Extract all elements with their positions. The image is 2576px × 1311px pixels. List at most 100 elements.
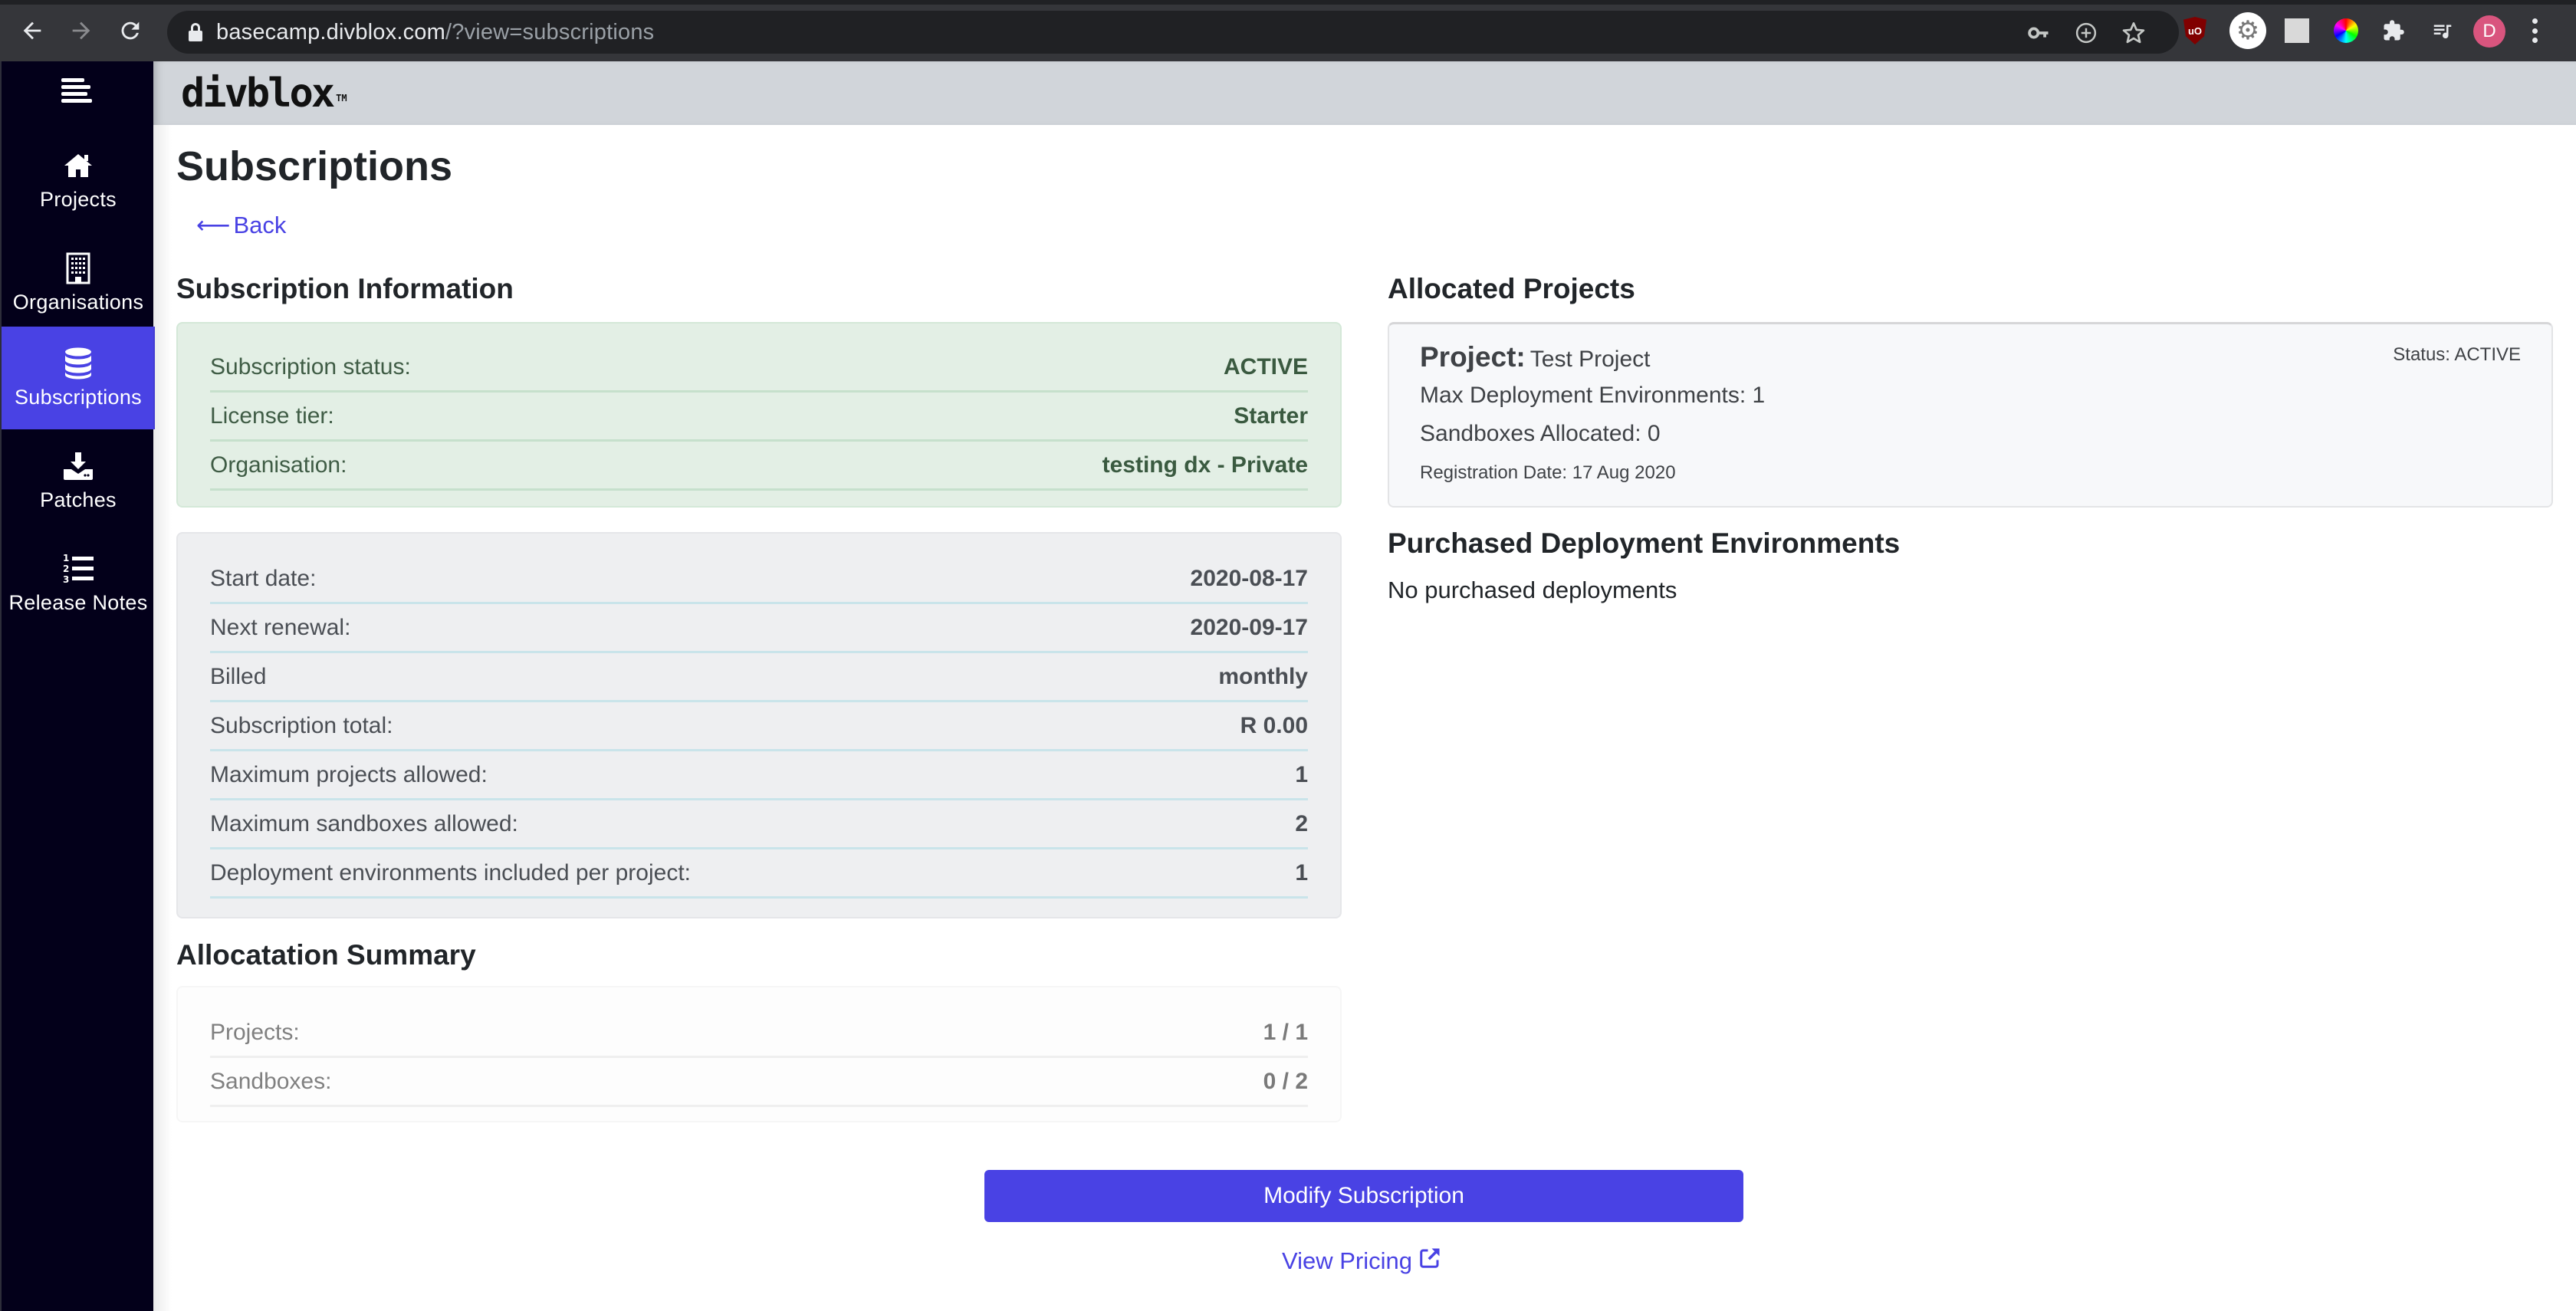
row-value: 1 / 1 xyxy=(1263,1019,1308,1045)
page-title: Subscriptions xyxy=(176,143,453,189)
home-icon xyxy=(63,150,94,182)
modify-subscription-button[interactable]: Modify Subscription xyxy=(984,1170,1743,1222)
allocated-projects-title: Allocated Projects xyxy=(1388,273,1635,304)
allocation-summary-panel: Projects: 1 / 1 Sandboxes: 0 / 2 xyxy=(176,986,1342,1122)
next-renewal-row: Next renewal: 2020-09-17 xyxy=(210,604,1308,653)
sidebar-item-label: Projects xyxy=(40,187,117,211)
row-label: Organisation: xyxy=(210,452,347,478)
extensions-puzzle-icon[interactable] xyxy=(2378,15,2409,46)
divblox-logo[interactable]: divblox TM xyxy=(181,71,347,117)
sandboxes-allocation-row: Sandboxes: 0 / 2 xyxy=(210,1058,1308,1107)
url-text[interactable]: basecamp.divblox.com/?view=subscriptions xyxy=(216,20,654,44)
gear-extension-icon[interactable]: ⚙ xyxy=(2229,12,2266,49)
project-card[interactable]: Project: Test Project Status: ACTIVE Max … xyxy=(1388,322,2553,508)
subscription-total-row: Subscription total: R 0.00 xyxy=(210,702,1308,751)
ordered-list-icon: 123 xyxy=(63,553,94,585)
project-sandboxes-allocated: Sandboxes Allocated: 0 xyxy=(1420,421,1661,446)
row-value: Starter xyxy=(1234,402,1308,429)
row-label: Subscription status: xyxy=(210,353,411,380)
external-link-icon xyxy=(1418,1247,1441,1276)
license-tier-row: License tier: Starter xyxy=(210,393,1308,442)
database-icon xyxy=(64,347,92,380)
sidebar-item-organisations[interactable]: Organisations xyxy=(2,232,155,334)
project-max-deployment-envs: Max Deployment Environments: 1 xyxy=(1420,383,1766,408)
sidebar: Projects Organisations Subscriptions Pat… xyxy=(0,61,155,1311)
logo-text: divblox xyxy=(181,71,335,117)
sidebar-item-release-notes[interactable]: 123 Release Notes xyxy=(2,532,155,635)
menu-dots-icon[interactable] xyxy=(2527,14,2542,48)
project-name-value: Test Project xyxy=(1530,347,1651,372)
profile-avatar[interactable]: D xyxy=(2473,15,2505,48)
url-path: /?view=subscriptions xyxy=(445,20,655,44)
row-label: Maximum projects allowed: xyxy=(210,761,488,787)
address-bar[interactable]: basecamp.divblox.com/?view=subscriptions xyxy=(167,11,2179,54)
sidebar-toggle-icon[interactable] xyxy=(61,78,94,104)
row-value: 2020-09-17 xyxy=(1190,614,1308,640)
subscription-info-title: Subscription Information xyxy=(176,273,514,304)
back-arrow-icon: ⟵ xyxy=(196,212,231,238)
view-pricing-link[interactable]: View Pricing xyxy=(1282,1247,1441,1276)
download-icon xyxy=(64,450,93,482)
reload-icon[interactable] xyxy=(112,12,149,49)
zoom-plus-icon[interactable] xyxy=(2073,20,2099,46)
row-label: Maximum sandboxes allowed: xyxy=(210,810,518,836)
back-link[interactable]: ⟵ Back xyxy=(196,212,286,239)
lock-icon[interactable] xyxy=(189,23,202,41)
sidebar-item-subscriptions[interactable]: Subscriptions xyxy=(2,327,155,429)
back-icon[interactable] xyxy=(14,12,51,49)
color-picker-extension-icon[interactable] xyxy=(2334,18,2358,43)
status-row: Subscription status: ACTIVE xyxy=(210,343,1308,393)
building-icon xyxy=(66,252,90,284)
project-name-label: Project: xyxy=(1420,341,1526,373)
row-value: 2 xyxy=(1295,810,1308,836)
purchased-deployments-title: Purchased Deployment Environments xyxy=(1388,527,1901,559)
svg-text:2: 2 xyxy=(63,564,69,574)
organisation-row: Organisation: testing dx - Private xyxy=(210,442,1308,491)
project-name: Project: Test Project xyxy=(1420,341,1651,373)
allocation-summary-title: Allocatation Summary xyxy=(176,939,476,971)
browser-toolbar: basecamp.divblox.com/?view=subscriptions… xyxy=(0,0,2576,61)
start-date-row: Start date: 2020-08-17 xyxy=(210,555,1308,604)
ublock-extension-icon[interactable]: uO xyxy=(2183,17,2206,44)
svg-text:3: 3 xyxy=(63,574,69,585)
sidebar-item-label: Release Notes xyxy=(8,590,148,614)
row-label: Subscription total: xyxy=(210,712,393,738)
row-label: Projects: xyxy=(210,1019,300,1045)
row-value: monthly xyxy=(1218,663,1308,689)
sidebar-item-label: Subscriptions xyxy=(15,385,142,409)
sidebar-item-projects[interactable]: Projects xyxy=(2,129,155,232)
subscription-details-panel: Start date: 2020-08-17 Next renewal: 202… xyxy=(176,532,1342,918)
row-label: Deployment environments included per pro… xyxy=(210,859,691,886)
project-registration-date: Registration Date: 17 Aug 2020 xyxy=(1420,462,1676,483)
row-value: 1 xyxy=(1295,859,1308,886)
row-label: Sandboxes: xyxy=(210,1068,332,1094)
logo-trademark: TM xyxy=(336,93,347,104)
billed-row: Billed monthly xyxy=(210,653,1308,702)
forward-icon[interactable] xyxy=(63,12,100,49)
key-icon[interactable] xyxy=(2026,20,2052,46)
row-label: Start date: xyxy=(210,565,317,591)
sidebar-shadow xyxy=(153,125,172,1311)
row-label: Billed xyxy=(210,663,267,689)
view-pricing-label: View Pricing xyxy=(1282,1247,1413,1274)
deployment-envs-row: Deployment environments included per pro… xyxy=(210,849,1308,899)
subscription-status-panel: Subscription status: ACTIVE License tier… xyxy=(176,322,1342,508)
media-queue-icon[interactable] xyxy=(2427,15,2458,46)
row-value: 1 xyxy=(1295,761,1308,787)
back-label: Back xyxy=(233,212,287,238)
browser-tab-strip xyxy=(0,0,2576,5)
row-value: testing dx - Private xyxy=(1102,452,1308,478)
max-projects-row: Maximum projects allowed: 1 xyxy=(210,751,1308,800)
bookmark-star-icon[interactable] xyxy=(2121,20,2147,46)
row-value: 2020-08-17 xyxy=(1190,565,1308,591)
purchased-deployments-empty: No purchased deployments xyxy=(1388,577,1677,603)
sidebar-item-label: Organisations xyxy=(12,290,144,314)
svg-text:1: 1 xyxy=(63,553,69,564)
row-value: R 0.00 xyxy=(1240,712,1308,738)
max-sandboxes-row: Maximum sandboxes allowed: 2 xyxy=(210,800,1308,849)
row-label: Next renewal: xyxy=(210,614,351,640)
url-host: basecamp.divblox.com xyxy=(216,20,445,44)
app-header: divblox TM xyxy=(153,61,2576,125)
sidebar-item-patches[interactable]: Patches xyxy=(2,429,155,532)
blank-extension-icon[interactable] xyxy=(2285,18,2309,43)
